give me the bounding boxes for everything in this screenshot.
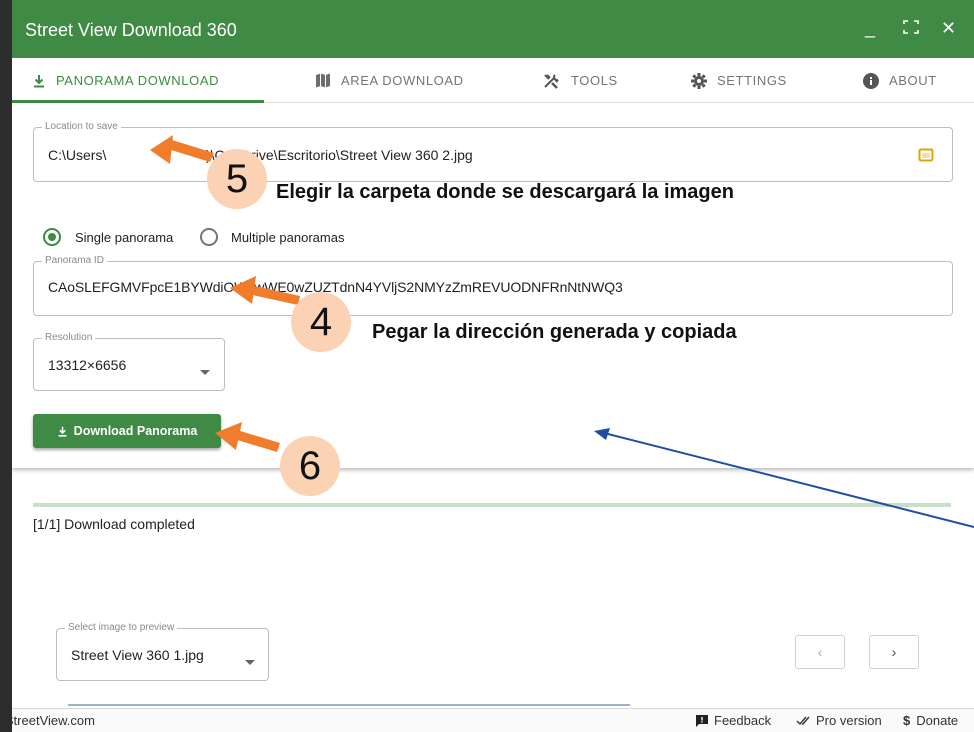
left-edge — [0, 0, 12, 732]
redacted-area — [128, 143, 206, 165]
caret-down-icon — [200, 363, 210, 381]
close-button[interactable]: ✕ — [941, 18, 956, 39]
panorama-id-legend: Panorama ID — [42, 255, 107, 266]
pro-version-label: Pro version — [816, 713, 882, 728]
tab-about[interactable]: ABOUT — [863, 58, 937, 103]
feedback-icon — [696, 714, 708, 727]
single-panorama-radio[interactable] — [43, 228, 61, 246]
step-5-instruction: Elegir la carpeta donde se descargará la… — [276, 181, 734, 203]
tab-label: AREA DOWNLOAD — [341, 73, 464, 88]
step-4-instruction: Pegar la dirección generada y copiada — [372, 321, 737, 343]
map-icon — [315, 73, 331, 88]
panorama-id-value: CAoSLEFGMVFpcE1BYWdiOWcwWE0wZUZTdnN4YVlj… — [48, 279, 623, 295]
location-legend: Location to save — [42, 121, 121, 132]
multiple-panoramas-radio[interactable] — [200, 228, 218, 246]
donate-link[interactable]: $ Donate — [903, 713, 958, 728]
resolution-value: 13312×6656 — [48, 357, 127, 373]
tab-label: PANORAMA DOWNLOAD — [56, 73, 220, 88]
download-panorama-button[interactable]: Download Panorama — [33, 414, 221, 448]
tab-label: TOOLS — [571, 73, 618, 88]
resolution-legend: Resolution — [42, 332, 96, 343]
screenshot-frame: Street View Download 360 _ ✕ PANORAMA DO… — [0, 0, 974, 732]
tab-tools[interactable]: TOOLS — [543, 58, 618, 103]
download-icon — [32, 74, 46, 88]
status-text: [1/1] Download completed — [33, 516, 195, 532]
download-button-label: Download Panorama — [73, 424, 198, 438]
dollar-icon: $ — [903, 713, 911, 728]
preview-select[interactable]: Select image to preview Street View 360 … — [56, 622, 269, 681]
step-5-badge: 5 — [207, 149, 267, 209]
tools-icon — [543, 73, 561, 89]
site-link[interactable]: iStreetView.com — [12, 713, 95, 728]
next-image-button[interactable]: › — [869, 635, 919, 669]
tab-bar: PANORAMA DOWNLOAD AREA DOWNLOAD TOOLS SE… — [12, 58, 974, 103]
tab-label: ABOUT — [889, 73, 937, 88]
multiple-panoramas-label[interactable]: Multiple panoramas — [231, 230, 344, 245]
tab-area-download[interactable]: AREA DOWNLOAD — [315, 58, 464, 103]
step-4-badge: 4 — [291, 292, 351, 352]
download-progress-bar — [33, 503, 951, 507]
maximize-button[interactable] — [903, 20, 919, 38]
tab-settings[interactable]: SETTINGS — [691, 58, 787, 103]
preview-value: Street View 360 1.jpg — [71, 647, 204, 663]
download-icon — [57, 426, 68, 437]
title-bar: Street View Download 360 _ ✕ — [12, 0, 974, 58]
status-bar: iStreetView.com Feedback Pro version $ D… — [12, 708, 974, 732]
window-title: Street View Download 360 — [25, 20, 237, 40]
footer-divider — [68, 704, 630, 706]
feedback-label: Feedback — [714, 713, 772, 728]
preview-legend: Select image to preview — [65, 622, 178, 633]
maximize-icon — [903, 20, 919, 34]
caret-down-icon — [245, 653, 255, 671]
feedback-link[interactable]: Feedback — [696, 713, 771, 728]
gear-icon — [691, 72, 707, 89]
info-icon — [863, 72, 879, 89]
app-window: Street View Download 360 _ ✕ PANORAMA DO… — [12, 0, 974, 732]
pro-version-link[interactable]: Pro version — [796, 713, 882, 728]
donate-label: Donate — [916, 713, 959, 728]
single-panorama-label[interactable]: Single panorama — [75, 230, 173, 245]
location-value-start: C:\Users\ — [48, 147, 107, 163]
minimize-button[interactable]: _ — [865, 18, 875, 39]
tab-panorama-download[interactable]: PANORAMA DOWNLOAD — [32, 58, 219, 103]
previous-image-button[interactable]: ‹ — [795, 635, 845, 669]
resolution-select[interactable]: Resolution 13312×6656 — [33, 332, 225, 391]
step-6-badge: 6 — [280, 436, 340, 496]
double-check-icon — [796, 716, 810, 726]
folder-icon[interactable] — [918, 147, 934, 168]
tab-label: SETTINGS — [717, 73, 787, 88]
panorama-id-field[interactable]: Panorama ID CAoSLEFGMVFpcE1BYWdiOWcwWE0w… — [33, 255, 953, 316]
